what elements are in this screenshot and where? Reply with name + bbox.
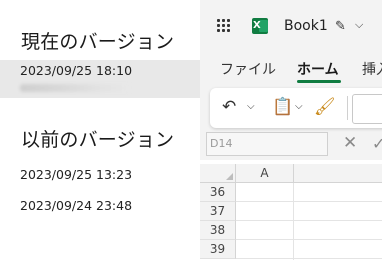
title-bar: X Book1 ✎ ⌵ xyxy=(200,0,382,52)
column-header[interactable]: A xyxy=(236,164,294,183)
row-header[interactable]: 36 xyxy=(200,183,236,202)
divider xyxy=(347,96,348,120)
formula-bar: D14 ✕ ✓ xyxy=(200,132,382,156)
spreadsheet-grid[interactable]: A 36 37 38 39 xyxy=(200,160,382,260)
select-all-corner[interactable] xyxy=(200,164,236,183)
clipboard-icon[interactable]: 📋 xyxy=(272,97,293,117)
workbook-name[interactable]: Book1 xyxy=(284,18,328,34)
row-header[interactable]: 37 xyxy=(200,202,236,221)
previous-versions-heading: 以前のバージョン xyxy=(21,129,175,151)
waffle-icon[interactable] xyxy=(217,19,231,33)
column-header[interactable] xyxy=(294,164,382,183)
gridline xyxy=(293,183,294,260)
ribbon-tabs: ファイル ホーム 挿入 xyxy=(200,52,382,83)
row-header[interactable]: 38 xyxy=(200,221,236,240)
excel-window: X Book1 ✎ ⌵ ファイル ホーム 挿入 ↶ ⌵ 📋 ⌵ 🖌 D14 ✕ … xyxy=(200,0,382,260)
row-header[interactable]: 39 xyxy=(200,240,236,259)
tab-insert[interactable]: 挿入 xyxy=(362,59,382,79)
previous-version-item[interactable]: 2023/09/25 13:23 xyxy=(20,167,132,182)
cell-row[interactable] xyxy=(236,240,382,259)
current-version-item[interactable]: 2023/09/25 18:10 xyxy=(0,60,200,98)
current-version-heading: 現在のバージョン xyxy=(21,31,175,53)
previous-version-item[interactable]: 2023/09/24 23:48 xyxy=(20,198,132,213)
tab-file[interactable]: ファイル xyxy=(220,59,276,79)
cell-row[interactable] xyxy=(236,221,382,240)
chevron-down-icon[interactable]: ⌵ xyxy=(247,101,255,112)
chevron-down-icon[interactable]: ⌵ xyxy=(355,18,363,32)
cell-row[interactable] xyxy=(236,183,382,202)
font-name-box[interactable] xyxy=(352,94,382,124)
pencil-settings-icon[interactable]: ✎ xyxy=(335,19,346,34)
current-version-timestamp: 2023/09/25 18:10 xyxy=(20,63,133,78)
active-tab-indicator xyxy=(297,80,341,83)
chevron-down-icon[interactable]: ⌵ xyxy=(295,101,303,112)
redacted-author xyxy=(20,84,130,92)
name-box[interactable]: D14 xyxy=(206,132,328,156)
ribbon-toolbar: ↶ ⌵ 📋 ⌵ 🖌 xyxy=(210,88,382,128)
check-icon[interactable]: ✓ xyxy=(372,134,382,153)
excel-logo-icon: X xyxy=(252,18,268,34)
tab-home[interactable]: ホーム xyxy=(297,59,339,79)
close-icon[interactable]: ✕ xyxy=(343,133,357,153)
cell-row[interactable] xyxy=(236,202,382,221)
version-history-panel: 現在のバージョン 2023/09/25 18:10 以前のバージョン 2023/… xyxy=(0,0,200,260)
brush-icon[interactable]: 🖌 xyxy=(314,97,336,117)
undo-icon[interactable]: ↶ xyxy=(222,97,236,117)
